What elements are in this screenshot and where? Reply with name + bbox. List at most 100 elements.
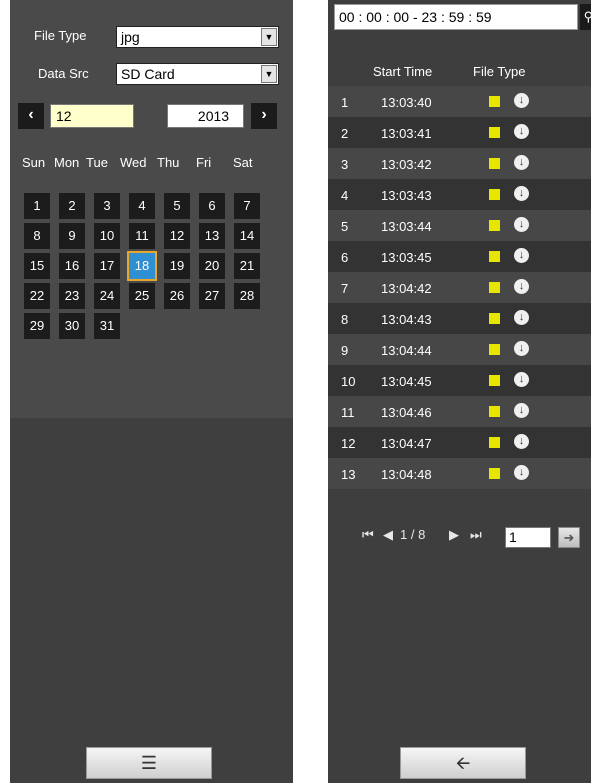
download-icon[interactable]: ↓ (514, 465, 529, 480)
calendar-day[interactable]: 31 (94, 313, 120, 339)
calendar-day[interactable]: 11 (129, 223, 155, 249)
row-start-time: 13:03:43 (381, 188, 432, 203)
search-button[interactable]: ⚲ (580, 4, 591, 30)
calendar-day[interactable]: 15 (24, 253, 50, 279)
row-number: 8 (341, 312, 349, 327)
calendar-day[interactable]: 28 (234, 283, 260, 309)
calendar-day[interactable]: 29 (24, 313, 50, 339)
data-src-value: SD Card (121, 66, 175, 82)
file-type-label: File Type (34, 28, 87, 43)
table-row[interactable]: 9 13:04:44 ↓ (328, 334, 591, 365)
download-icon[interactable]: ↓ (514, 372, 529, 387)
download-icon[interactable]: ↓ (514, 155, 529, 170)
table-row[interactable]: 13 13:04:48 ↓ (328, 458, 591, 489)
file-type-select[interactable]: jpg ▼ (116, 26, 279, 48)
download-icon[interactable]: ↓ (514, 434, 529, 449)
weekday-label: Tue (86, 155, 108, 170)
file-type-header: File Type (473, 64, 526, 79)
row-start-time: 13:04:44 (381, 343, 432, 358)
row-start-time: 13:03:40 (381, 95, 432, 110)
page-indicator: 1 / 8 (400, 527, 426, 542)
row-number: 3 (341, 157, 349, 172)
go-page-button[interactable]: ➜ (558, 527, 580, 548)
next-month-button[interactable]: › (251, 103, 277, 129)
calendar-day[interactable]: 9 (59, 223, 85, 249)
search-panel: File Type jpg ▼ Data Src SD Card ▼ ‹ 12 … (10, 0, 293, 783)
table-row[interactable]: 8 13:04:43 ↓ (328, 303, 591, 334)
picture-type-icon (489, 375, 500, 386)
arrow-left-icon: 🡨 (455, 753, 471, 773)
calendar-day[interactable]: 1 (24, 193, 50, 219)
download-icon[interactable]: ↓ (514, 279, 529, 294)
download-icon[interactable]: ↓ (514, 310, 529, 325)
table-row[interactable]: 2 13:03:41 ↓ (328, 117, 591, 148)
table-row[interactable]: 3 13:03:42 ↓ (328, 148, 591, 179)
calendar-day[interactable]: 8 (24, 223, 50, 249)
picture-type-icon (489, 468, 500, 479)
time-range-input[interactable]: 00 : 00 : 00 - 23 : 59 : 59 (334, 4, 578, 30)
download-icon[interactable]: ↓ (514, 341, 529, 356)
table-row[interactable]: 10 13:04:45 ↓ (328, 365, 591, 396)
table-row[interactable]: 12 13:04:47 ↓ (328, 427, 591, 458)
last-page-button[interactable]: ⏭ (470, 527, 482, 543)
calendar-day[interactable]: 16 (59, 253, 85, 279)
calendar-day[interactable]: 5 (164, 193, 190, 219)
calendar-day[interactable]: 2 (59, 193, 85, 219)
file-list-button[interactable]: ☰ (86, 747, 212, 779)
calendar-day[interactable]: 17 (94, 253, 120, 279)
table-row[interactable]: 5 13:03:44 ↓ (328, 210, 591, 241)
calendar-day[interactable]: 12 (164, 223, 190, 249)
row-start-time: 13:04:42 (381, 281, 432, 296)
calendar-day[interactable]: 10 (94, 223, 120, 249)
calendar-day[interactable]: 6 (199, 193, 225, 219)
start-time-header: Start Time (373, 64, 433, 79)
calendar-day[interactable]: 20 (199, 253, 225, 279)
table-row[interactable]: 1 13:03:40 ↓ (328, 86, 591, 117)
calendar-day[interactable]: 22 (24, 283, 50, 309)
back-button[interactable]: 🡨 (400, 747, 526, 779)
calendar-day[interactable]: 7 (234, 193, 260, 219)
row-number: 7 (341, 281, 349, 296)
download-icon[interactable]: ↓ (514, 217, 529, 232)
file-type-value: jpg (121, 29, 140, 45)
calendar-day[interactable]: 27 (199, 283, 225, 309)
prev-month-button[interactable]: ‹ (18, 103, 44, 129)
picture-type-icon (489, 96, 500, 107)
calendar-day[interactable]: 24 (94, 283, 120, 309)
calendar-day[interactable]: 19 (164, 253, 190, 279)
first-page-button[interactable]: ⏮ (362, 527, 374, 543)
row-start-time: 13:04:46 (381, 405, 432, 420)
next-page-button[interactable]: ▶ (449, 527, 459, 543)
download-icon[interactable]: ↓ (514, 248, 529, 263)
row-number: 9 (341, 343, 349, 358)
data-src-label: Data Src (38, 66, 89, 81)
download-icon[interactable]: ↓ (514, 124, 529, 139)
table-row[interactable]: 6 13:03:45 ↓ (328, 241, 591, 272)
calendar-day[interactable]: 4 (129, 193, 155, 219)
page-input[interactable]: 1 (505, 527, 551, 548)
picture-type-icon (489, 344, 500, 355)
row-start-time: 13:04:43 (381, 312, 432, 327)
calendar-day[interactable]: 3 (94, 193, 120, 219)
prev-page-button[interactable]: ◀ (383, 527, 393, 543)
calendar-day[interactable]: 26 (164, 283, 190, 309)
calendar-day[interactable]: 25 (129, 283, 155, 309)
table-row[interactable]: 7 13:04:42 ↓ (328, 272, 591, 303)
calendar-day[interactable]: 21 (234, 253, 260, 279)
download-icon[interactable]: ↓ (514, 186, 529, 201)
download-icon[interactable]: ↓ (514, 403, 529, 418)
download-icon[interactable]: ↓ (514, 93, 529, 108)
month-field[interactable]: 12 (50, 104, 134, 128)
calendar-day[interactable]: 30 (59, 313, 85, 339)
file-list-panel: 00 : 00 : 00 - 23 : 59 : 59 ⚲ Start Time… (328, 0, 591, 783)
year-field[interactable]: 2013 (167, 104, 244, 128)
row-start-time: 13:03:45 (381, 250, 432, 265)
calendar-day[interactable]: 23 (59, 283, 85, 309)
picture-type-icon (489, 437, 500, 448)
calendar-day[interactable]: 13 (199, 223, 225, 249)
data-src-select[interactable]: SD Card ▼ (116, 63, 279, 85)
table-row[interactable]: 11 13:04:46 ↓ (328, 396, 591, 427)
calendar-day[interactable]: 14 (234, 223, 260, 249)
table-row[interactable]: 4 13:03:43 ↓ (328, 179, 591, 210)
calendar-day-selected[interactable]: 18 (127, 251, 157, 281)
